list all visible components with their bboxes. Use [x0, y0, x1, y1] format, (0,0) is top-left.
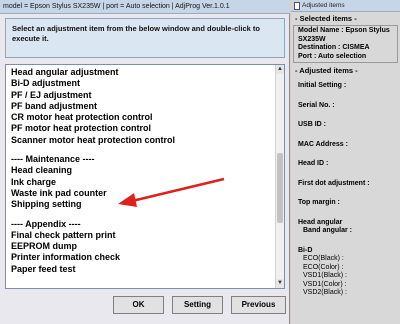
list-item[interactable]: PF / EJ adjustment [11, 90, 175, 101]
adjusted-field-label: Serial No. : [298, 101, 335, 109]
list-scrollbar[interactable]: ▲ ▼ [275, 65, 284, 288]
destination-text: Destination : CISMEA [298, 44, 370, 51]
adjusted-field-label: Head ID : [298, 160, 329, 167]
list-item[interactable]: Head cleaning [11, 165, 175, 176]
previous-button[interactable]: Previous [231, 296, 286, 314]
port-text: Port : Auto selection [298, 52, 367, 60]
setting-button[interactable]: Setting [172, 296, 223, 314]
side-window-titlebar: Adjusted items [291, 0, 400, 12]
list-item[interactable]: ---- Maintenance ---- [11, 154, 175, 165]
selected-items-box: Model Name : Epson Stylus SX235W Destina… [293, 25, 398, 63]
adjusted-items-header: - Adjusted items - [295, 66, 358, 75]
list-item[interactable]: CR motor heat protection control [11, 112, 175, 123]
adjusted-field-label: VSD2(Black) : [303, 289, 347, 296]
adjusted-field-label: MAC Address : [298, 140, 348, 148]
ok-button[interactable]: OK [113, 296, 164, 314]
side-panel-body: - Selected items - Model Name : Epson St… [293, 13, 398, 324]
list-item[interactable]: Scanner motor heat protection control [11, 135, 175, 146]
adjustment-program-window: model = Epson Stylus SX235W | port = Aut… [0, 0, 290, 324]
adjustment-item-list[interactable]: Head angular adjustment Bi-D adjustment PF… [5, 64, 285, 289]
scroll-thumb[interactable] [277, 153, 283, 223]
list-item[interactable]: Bi-D adjustment [11, 78, 175, 89]
selected-items-header: - Selected items - [295, 14, 357, 23]
side-window-title: Adjusted items [302, 1, 345, 9]
adjusted-field-label: Top margin : [298, 199, 340, 206]
adjusted-field-label: ECO(Color) : [303, 263, 344, 271]
scroll-down-icon[interactable]: ▼ [276, 279, 284, 288]
adjusted-field-label: ECO(Black) : [303, 255, 344, 262]
adjusted-field-label: Initial Setting : [298, 82, 347, 89]
list-item[interactable]: Ink charge [11, 177, 175, 188]
adjusted-field-label: VSD1(Color) : [303, 280, 347, 288]
adjusted-field-label: USB ID : [298, 121, 326, 128]
adjusted-field-label: Head angular [298, 218, 343, 226]
model-name-text: Model Name : Epson Stylus SX235W [298, 27, 390, 43]
list-item[interactable]: PF motor heat protection control [11, 123, 175, 134]
list-item[interactable]: EEPROM dump [11, 241, 175, 252]
adjusted-items-window: Adjusted items - Selected items - Model … [291, 0, 400, 324]
list-item[interactable]: ---- Appendix ---- [11, 219, 175, 230]
list-item[interactable]: Final check pattern print [11, 230, 175, 241]
adjusted-field-label: Bi-D [298, 246, 313, 254]
list-item[interactable]: Printer information check [11, 252, 175, 263]
adjusted-field-label: Band angular : [303, 227, 353, 234]
list-items-container: Head angular adjustment Bi-D adjustment PF… [11, 67, 175, 275]
list-item[interactable]: PF band adjustment [11, 101, 175, 112]
instruction-text: Select an adjustment item from the below… [5, 18, 285, 58]
scroll-up-icon[interactable]: ▲ [276, 65, 284, 74]
adjusted-fields-list: Initial Setting : Serial No. : USB ID : MAC… [293, 82, 398, 298]
list-item[interactable]: Shipping setting [11, 199, 175, 210]
list-item[interactable]: Head angular adjustment [11, 67, 175, 78]
window-title: model = Epson Stylus SX235W | port = Aut… [0, 0, 290, 14]
list-item[interactable]: Waste ink pad counter [11, 188, 175, 199]
adjusted-field-label: VSD1(Black) : [303, 272, 347, 279]
list-item[interactable]: Paper feed test [11, 264, 175, 275]
adjusted-field-label: First dot adjustment : [298, 179, 370, 187]
document-icon [294, 1, 300, 10]
